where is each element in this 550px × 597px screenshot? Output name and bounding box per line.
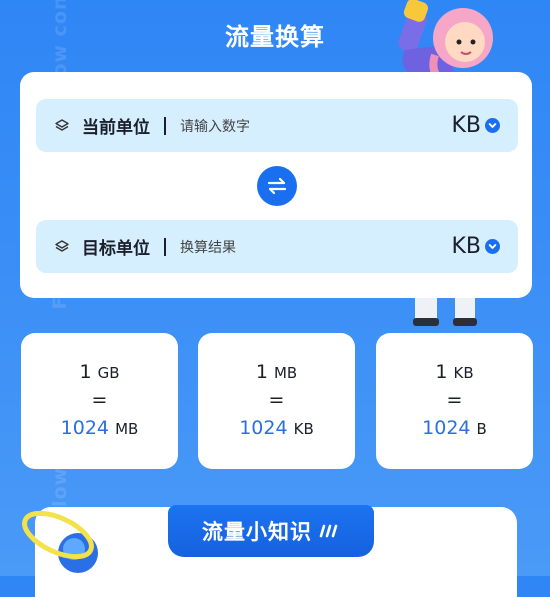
current-unit-value: KB — [451, 113, 481, 138]
example-card-gb: 1 GB = 1024 MB — [21, 333, 178, 469]
example-card-kb: 1 KB = 1024 B — [376, 333, 533, 469]
example-to: 1024 KB — [239, 417, 314, 439]
example-from: 1 MB — [255, 361, 298, 383]
swap-button[interactable] — [257, 166, 297, 206]
current-unit-label: 当前单位 — [82, 118, 150, 138]
example-equals: = — [446, 389, 463, 411]
chevron-down-icon — [485, 118, 500, 133]
example-equals: = — [268, 389, 285, 411]
separator — [164, 116, 166, 135]
result-field: 换算结果 — [180, 239, 236, 256]
layers-icon — [55, 239, 69, 252]
target-unit-label: 目标单位 — [82, 239, 150, 259]
converter-card: 当前单位 请输入数字 KB 目标单位 换算结果 KB — [20, 72, 532, 298]
separator — [164, 237, 166, 256]
example-equals: = — [91, 389, 108, 411]
slash-decoration-icon — [319, 524, 338, 538]
example-from: 1 GB — [79, 361, 120, 383]
knowledge-title-tab: 流量小知识 — [168, 505, 374, 557]
example-card-mb: 1 MB = 1024 KB — [198, 333, 355, 469]
current-unit-select[interactable]: KB — [451, 113, 500, 138]
chevron-down-icon — [485, 239, 500, 254]
number-input[interactable]: 请输入数字 — [180, 116, 250, 136]
target-unit-row[interactable]: 目标单位 换算结果 KB — [36, 220, 518, 273]
ring-decoration-icon — [22, 510, 98, 573]
target-unit-value: KB — [451, 234, 481, 259]
swap-icon — [267, 177, 287, 195]
example-to: 1024 B — [422, 417, 487, 439]
example-to: 1024 MB — [60, 417, 139, 439]
knowledge-title: 流量小知识 — [202, 520, 312, 544]
layers-icon — [55, 118, 69, 131]
target-unit-select[interactable]: KB — [451, 234, 500, 259]
example-from: 1 KB — [435, 361, 474, 383]
current-unit-row[interactable]: 当前单位 请输入数字 KB — [36, 99, 518, 152]
